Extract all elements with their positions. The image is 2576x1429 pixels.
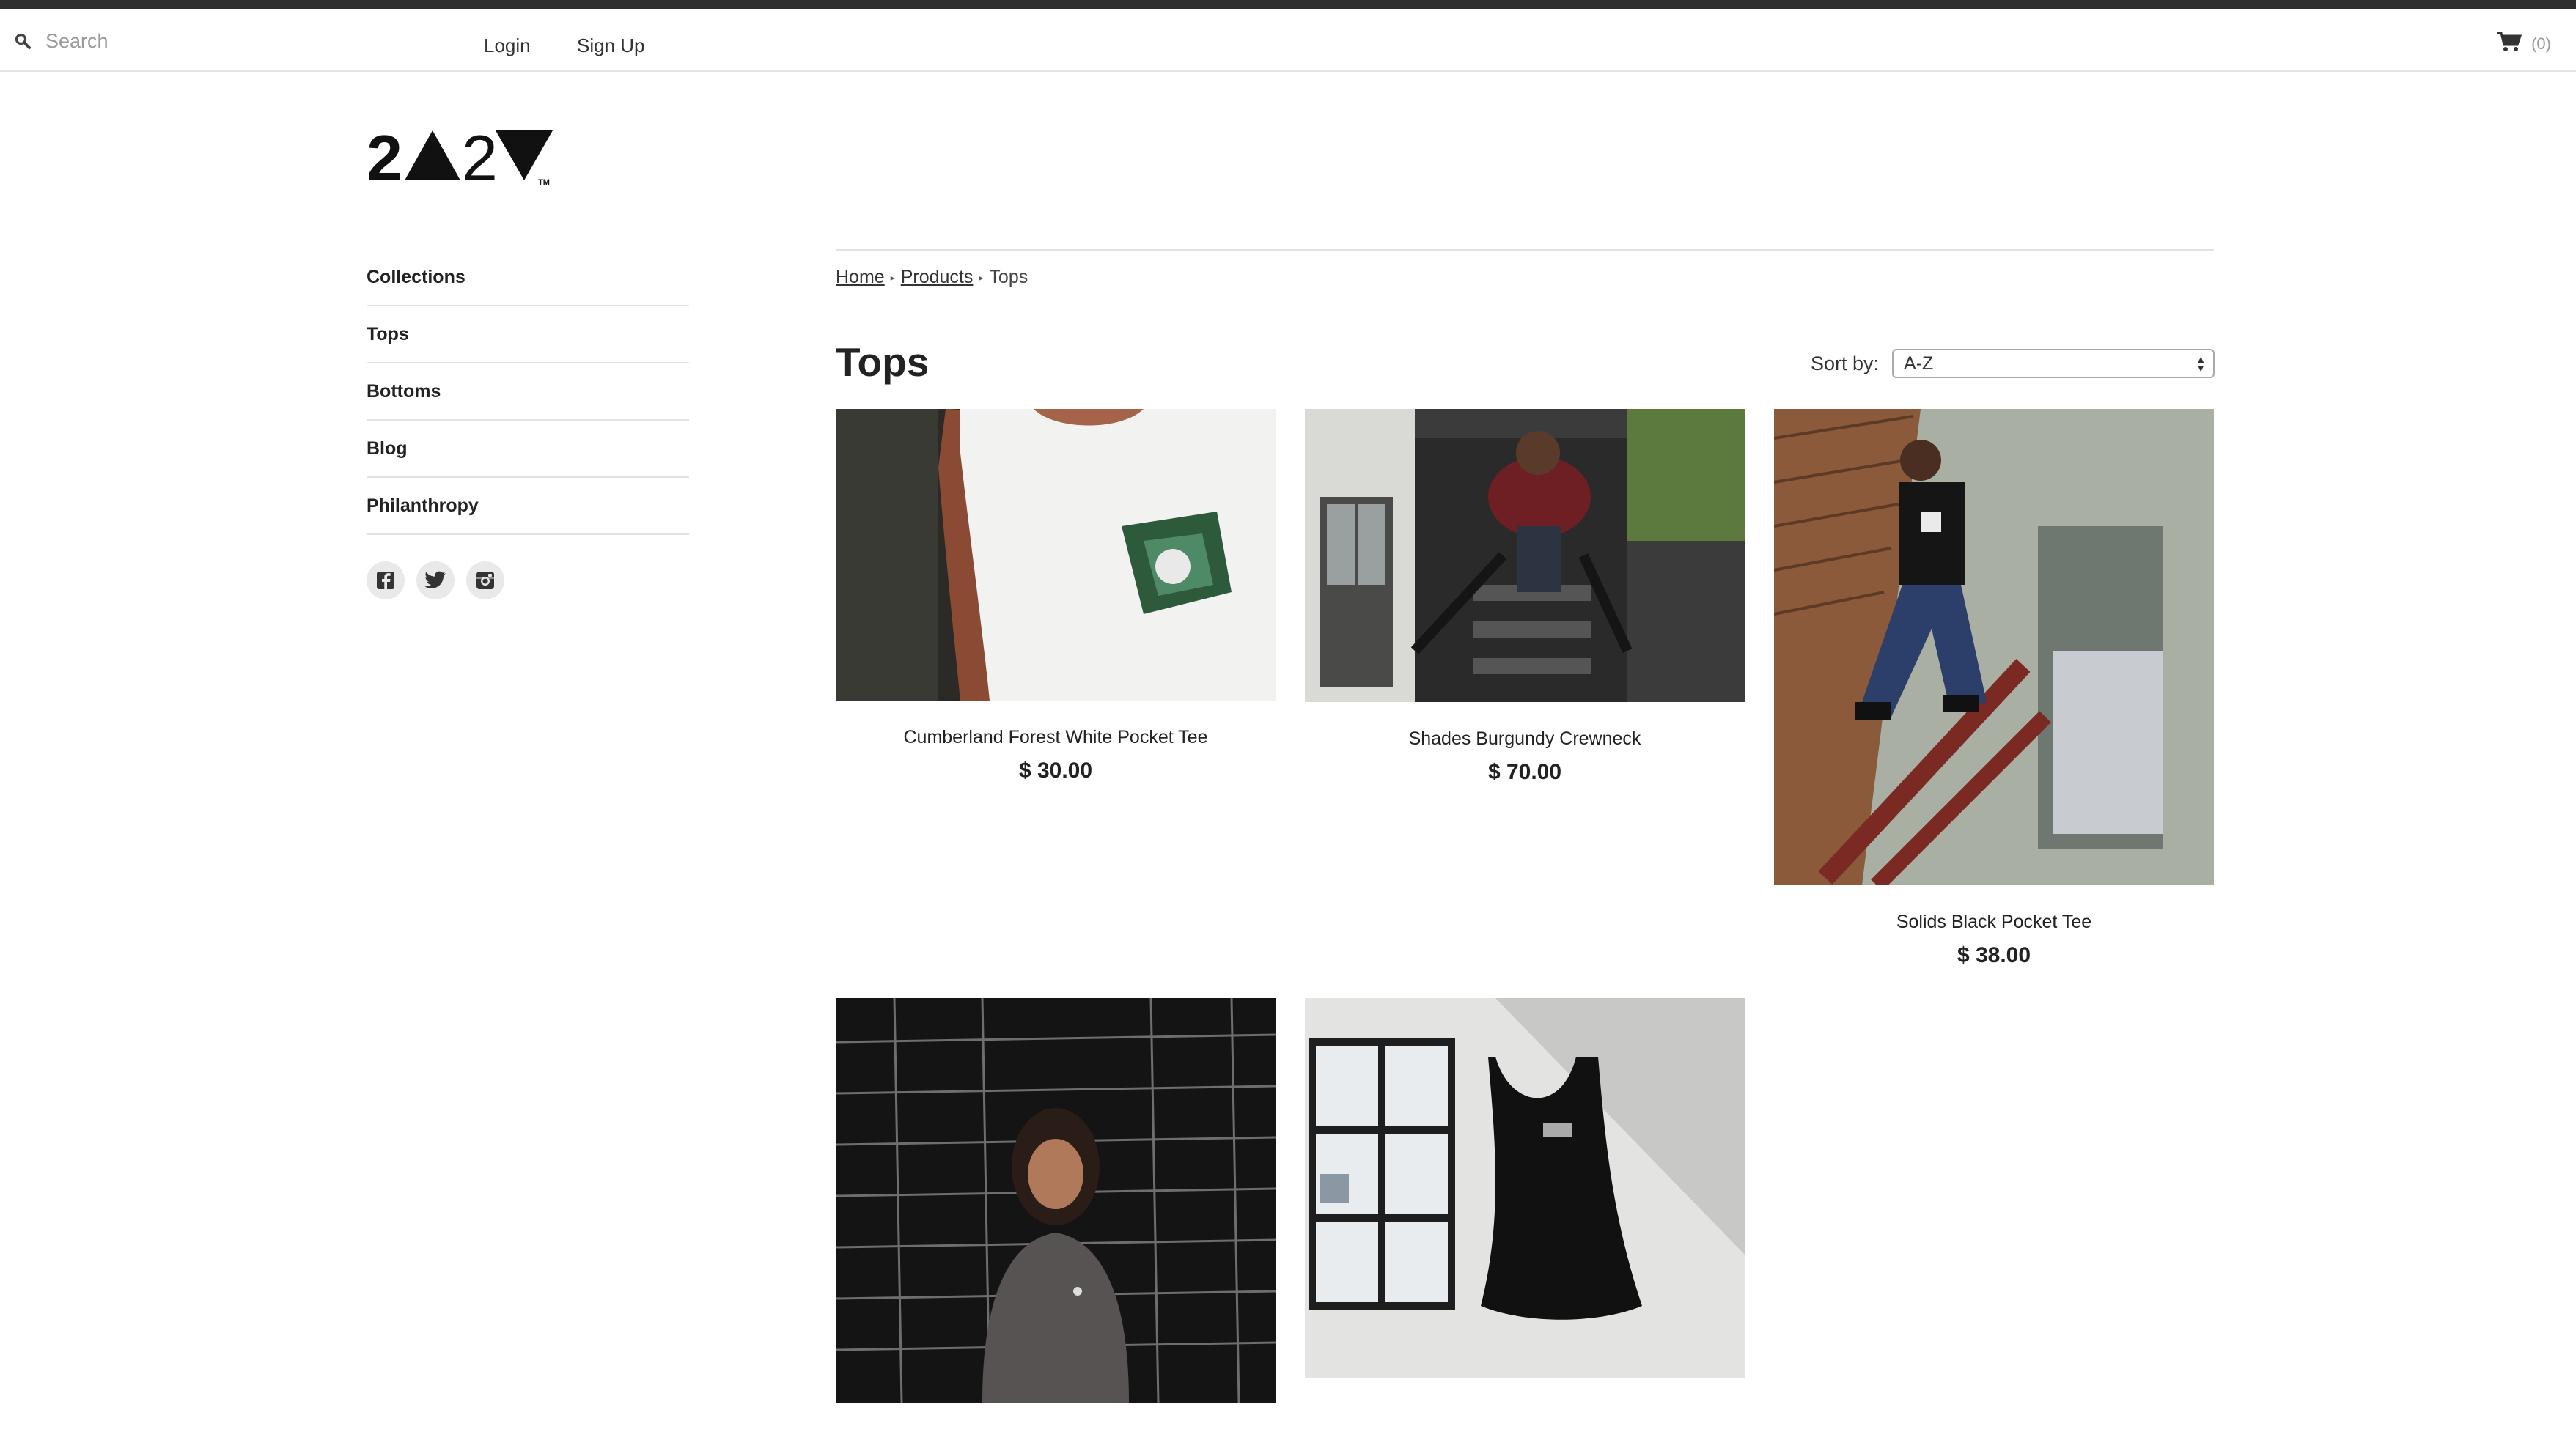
page-title: Tops [836,339,930,385]
product-price: $ 30.00 [1018,758,1093,783]
search-bar[interactable] [15,25,425,57]
sort-control: Sort by: A-Z ▲ ▼ [1811,349,2215,378]
sort-label: Sort by: [1811,352,1880,374]
product-name[interactable]: Shades Burgundy Crewneck [1305,728,1745,750]
product-name[interactable]: Solids Black Pocket Tee [1774,912,2214,933]
facebook-icon[interactable] [367,561,405,599]
breadcrumb: Home ▸ Products ▸ Tops [836,267,1028,288]
breadcrumb-separator: ▸ [890,272,895,283]
select-arrows-icon: ▲ ▼ [2196,353,2207,374]
breadcrumb-products[interactable]: Products [901,267,974,288]
product-card[interactable]: Solids Black Pocket Tee $ 38.00 [1774,409,2214,968]
sidebar-nav: Collections Tops Bottoms Blog Philanthro… [367,249,689,599]
product-image[interactable] [836,409,1276,701]
product-card[interactable]: Cumberland Forest White Pocket Tee $ 30.… [836,409,1276,783]
svg-text:TM: TM [538,178,550,185]
sidebar-item-philanthropy[interactable]: Philanthropy [367,478,689,535]
product-price: $ 38.00 [1957,943,2031,967]
cart-count: (0) [2531,34,2551,53]
search-icon[interactable] [15,33,31,49]
cart-icon [2496,31,2522,56]
signup-link[interactable]: Sign Up [577,34,645,57]
sidebar-item-collections[interactable]: Collections [367,249,689,306]
sort-select[interactable]: A-Z ▲ ▼ [1892,349,2215,378]
top-stripe [0,0,2576,9]
product-image[interactable] [1305,998,1745,1378]
sidebar-item-blog[interactable]: Blog [367,421,689,478]
login-link[interactable]: Login [484,34,531,57]
instagram-icon[interactable] [466,561,504,599]
sidebar-item-tops[interactable]: Tops [367,306,689,363]
social-links [367,561,689,599]
product-image[interactable] [1774,409,2214,885]
cart-button[interactable]: (0) [2496,31,2551,56]
header-bar: Login Sign Up (0) [0,9,2576,72]
brand-logo[interactable]: 2 2 TM [367,122,557,194]
twitter-icon[interactable] [416,561,455,599]
breadcrumb-separator: ▸ [979,272,984,283]
svg-text:2: 2 [462,126,498,185]
breadcrumb-home[interactable]: Home [836,267,885,288]
content-divider [836,249,2214,251]
product-card[interactable] [1305,998,1745,1404]
product-image[interactable] [836,998,1276,1403]
product-name[interactable]: Cumberland Forest White Pocket Tee [836,727,1276,748]
product-card[interactable] [836,998,1276,1429]
breadcrumb-current: Tops [989,267,1028,287]
product-image[interactable] [1305,409,1745,702]
svg-text:2: 2 [367,126,402,185]
sort-value: A-Z [1904,352,1934,374]
sidebar-item-bottoms[interactable]: Bottoms [367,363,689,421]
product-price: $ 70.00 [1487,760,1562,784]
search-input[interactable] [44,26,399,56]
product-card[interactable]: Shades Burgundy Crewneck $ 70.00 [1305,409,1745,785]
